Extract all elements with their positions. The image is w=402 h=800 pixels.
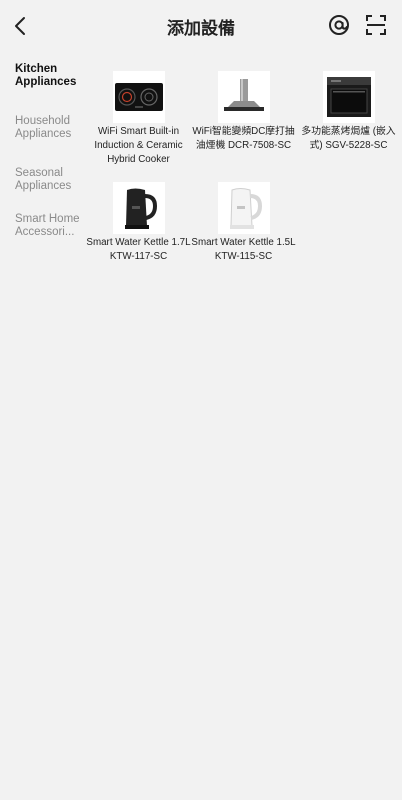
device-name: WiFi Smart Built-in Induction & Ceramic … — [94, 126, 183, 165]
device-card[interactable]: WiFi智能變頻DC摩打抽油煙機 DCR-7508-SC — [191, 71, 296, 153]
hybrid-cooker-icon — [112, 71, 165, 123]
device-card[interactable]: Smart Water Kettle 1.7L KTW-117-SC — [86, 182, 191, 264]
scan-button[interactable] — [363, 12, 389, 38]
sidebar-item-household-appliances[interactable]: Household Appliances — [15, 115, 83, 141]
white-kettle-icon — [217, 182, 270, 234]
device-name: Smart Water Kettle 1.7L KTW-117-SC — [86, 237, 191, 262]
device-name: Smart Water Kettle 1.5L KTW-115-SC — [191, 237, 296, 262]
at-button[interactable] — [326, 12, 352, 38]
device-card[interactable]: Smart Water Kettle 1.5L KTW-115-SC — [191, 182, 296, 264]
device-name: 多功能蒸烤焗爐 (嵌入式) SGV-5228-SC — [301, 126, 396, 151]
at-icon — [329, 15, 349, 35]
device-card[interactable]: WiFi Smart Built-in Induction & Ceramic … — [86, 71, 191, 167]
top-bar: 添加設備 — [0, 0, 402, 52]
steam-oven-icon — [322, 71, 375, 123]
device-card[interactable]: 多功能蒸烤焗爐 (嵌入式) SGV-5228-SC — [296, 71, 401, 153]
sidebar-item-smart-home-accessories[interactable]: Smart Home Accessori... — [15, 213, 83, 239]
scan-icon — [366, 15, 386, 35]
sidebar-item-seasonal-appliances[interactable]: Seasonal Appliances — [15, 167, 83, 193]
device-name: WiFi智能變頻DC摩打抽油煙機 DCR-7508-SC — [192, 126, 295, 151]
sidebar-item-kitchen-appliances[interactable]: Kitchen Appliances — [15, 63, 83, 89]
black-kettle-icon — [112, 182, 165, 234]
range-hood-icon — [217, 71, 270, 123]
